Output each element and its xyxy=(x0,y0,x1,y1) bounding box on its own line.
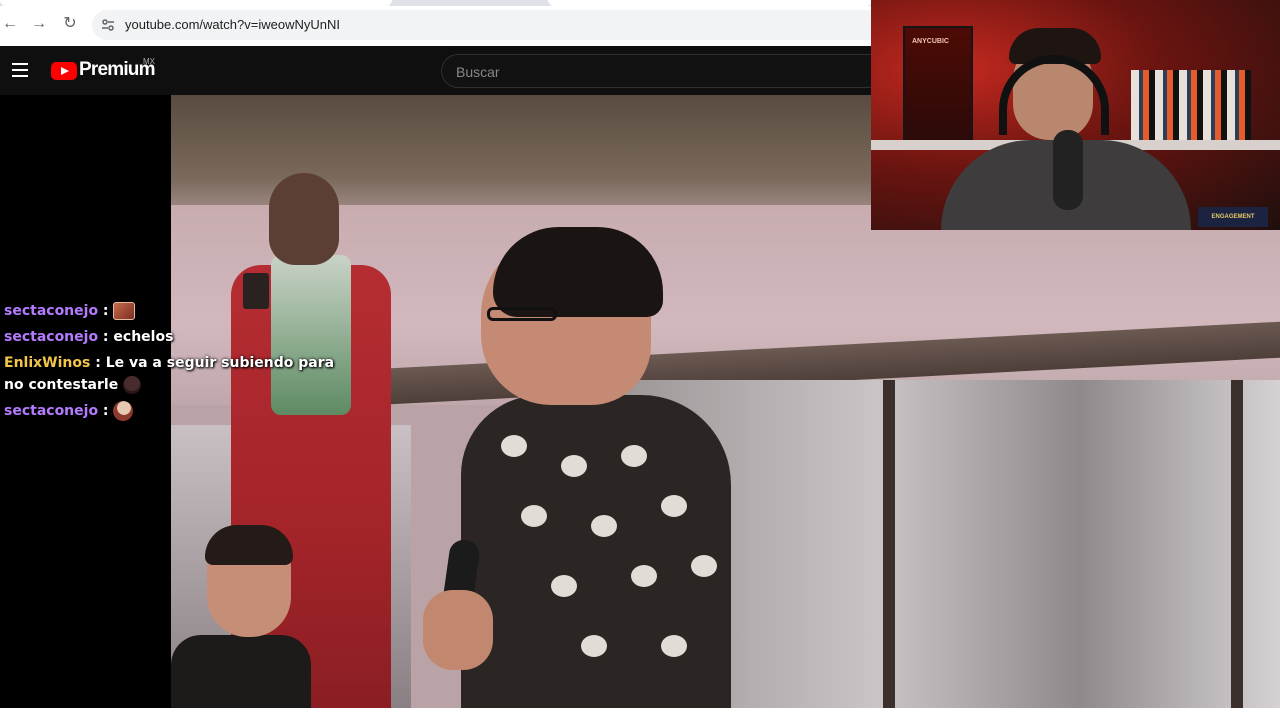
reload-button[interactable]: ↻ xyxy=(60,14,80,34)
panel-post xyxy=(1231,380,1243,708)
seated-person-hair xyxy=(205,525,293,565)
streamer-microphone xyxy=(1053,130,1083,210)
chat-message: EnlixWinos : Le va a seguir subiendo par… xyxy=(4,355,335,394)
shirt-pattern xyxy=(521,505,547,527)
forward-arrow-icon: → xyxy=(31,15,47,32)
chat-username: sectaconejo xyxy=(4,329,99,345)
shirt-pattern xyxy=(661,495,687,517)
back-arrow-icon: ← xyxy=(2,15,18,32)
tab-active[interactable] xyxy=(0,0,392,6)
ticket-emote-icon xyxy=(113,302,136,320)
shirt-pattern xyxy=(621,445,647,467)
book-cover: ENGAGEMENT xyxy=(1198,207,1268,227)
chat-message: sectaconejo : echelos xyxy=(4,329,174,345)
chat-username: sectaconejo xyxy=(4,403,99,419)
shirt-pattern xyxy=(691,555,717,577)
shirt-pattern xyxy=(591,515,617,537)
search-placeholder: Buscar xyxy=(456,64,500,80)
speaker-glasses xyxy=(487,307,557,321)
chat-username: sectaconejo xyxy=(4,303,99,319)
printer-brand-label: ANYCUBIC xyxy=(912,38,949,45)
address-bar[interactable]: youtube.com/watch?v=iweowNyUnNI xyxy=(92,10,872,40)
hooded-face-emote-icon xyxy=(123,376,142,394)
youtube-logo-icon[interactable] xyxy=(51,62,77,80)
search-input[interactable]: Buscar xyxy=(441,54,872,88)
shirt-pattern xyxy=(581,635,607,657)
reload-icon: ↻ xyxy=(63,15,77,32)
bottom-strip xyxy=(0,708,1280,720)
forward-button[interactable]: → xyxy=(29,14,49,34)
chat-overlay: sectaconejo : sectaconejo : echelos Enli… xyxy=(4,286,384,426)
panel-post xyxy=(883,380,895,708)
chat-username: EnlixWinos xyxy=(4,355,91,371)
chat-text: echelos xyxy=(113,329,174,345)
tab-inactive[interactable] xyxy=(548,0,872,6)
shirt-pattern xyxy=(551,575,577,597)
url-text: youtube.com/watch?v=iweowNyUnNI xyxy=(125,17,340,32)
chat-message: sectaconejo : xyxy=(4,400,384,422)
browser-toolbar: ← → ↻ youtube.com/watch?v=iweowNyUnNI xyxy=(0,0,872,46)
hamburger-menu-icon[interactable] xyxy=(12,63,28,77)
chat-message-partial xyxy=(4,286,384,292)
site-settings-icon[interactable] xyxy=(100,17,116,33)
shirt-pattern xyxy=(631,565,657,587)
woman-head xyxy=(269,173,339,265)
back-button[interactable]: ← xyxy=(0,14,20,34)
bookshelf-books xyxy=(1131,70,1251,140)
chat-message: sectaconejo : xyxy=(4,300,384,322)
shirt-pattern xyxy=(561,455,587,477)
shirt-pattern xyxy=(661,635,687,657)
youtube-header: Premium MX Buscar xyxy=(0,46,872,95)
region-code: MX xyxy=(143,57,155,66)
seated-person-body xyxy=(171,635,311,708)
shirt-pattern xyxy=(501,435,527,457)
streamer-webcam: ANYCUBIC ENGAGEMENT xyxy=(871,0,1280,230)
tab-strip xyxy=(0,0,872,6)
speaker-hand xyxy=(423,590,493,670)
bald-head-emote-icon xyxy=(113,401,134,421)
speaker-hair xyxy=(493,227,663,317)
